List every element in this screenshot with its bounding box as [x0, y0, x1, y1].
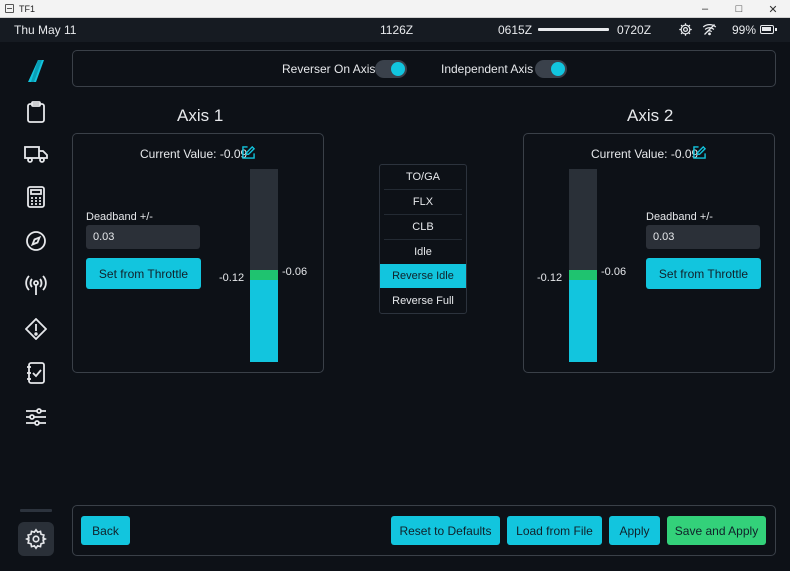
- axis2-title: Axis 2: [627, 106, 674, 125]
- detent-toga[interactable]: TO/GA: [380, 165, 466, 189]
- detent-clb[interactable]: CLB: [380, 215, 466, 239]
- edit-icon[interactable]: [242, 146, 255, 159]
- close-icon[interactable]: ✕: [756, 0, 790, 18]
- maximize-icon[interactable]: □: [722, 0, 756, 18]
- detent-flx[interactable]: FLX: [380, 190, 466, 214]
- independent-axis-label: Independent Axis: [441, 62, 534, 76]
- sidebar-item-settings[interactable]: [18, 522, 54, 556]
- axis1-panel: [72, 133, 324, 373]
- axis1-current-value: Current Value: -0.09: [140, 147, 248, 161]
- reverser-on-axis-label: Reverser On Axis: [282, 62, 376, 76]
- reverser-on-axis-toggle[interactable]: [375, 60, 407, 78]
- axis1-title: Axis 1: [177, 106, 224, 125]
- sliders-icon[interactable]: [24, 405, 48, 429]
- independent-axis-toggle[interactable]: [535, 60, 567, 78]
- apply-button[interactable]: Apply: [609, 516, 660, 545]
- axis2-deadband-label: Deadband +/-: [646, 211, 713, 223]
- axis1-deadband-band: [250, 270, 278, 280]
- arrival-time: 0720Z: [617, 23, 652, 37]
- logo-icon: [28, 60, 44, 82]
- flight-progress-bar: [538, 28, 609, 31]
- gear-icon[interactable]: [678, 22, 693, 37]
- warning-icon[interactable]: [24, 317, 48, 341]
- calculator-icon[interactable]: [24, 185, 48, 209]
- axis2-upper-label: -0.06: [601, 266, 627, 278]
- edit-icon[interactable]: [693, 146, 706, 159]
- axis2-current-value: Current Value: -0.09: [591, 147, 699, 161]
- back-button[interactable]: Back: [81, 516, 130, 545]
- axis2-deadband-band: [569, 270, 597, 280]
- departure-time: 0615Z: [498, 23, 533, 37]
- utc-time: 1126Z: [380, 23, 414, 37]
- axis2-set-from-throttle-button[interactable]: Set from Throttle: [646, 258, 761, 289]
- clipboard-icon[interactable]: [24, 100, 48, 124]
- window-controls: – □ ✕: [688, 0, 790, 18]
- sidebar: [0, 42, 70, 571]
- axis1-gauge-fill: [250, 277, 278, 362]
- window-title: TF1: [19, 3, 36, 14]
- axis1-upper-label: -0.06: [282, 266, 308, 278]
- axis2-gauge-fill: [569, 277, 597, 362]
- detent-list: TO/GA FLX CLB Idle Reverse Idle Reverse …: [379, 164, 467, 314]
- detent-reverse-full[interactable]: Reverse Full: [380, 289, 466, 313]
- checklist-icon[interactable]: [24, 361, 48, 385]
- truck-icon[interactable]: [24, 142, 48, 166]
- gear-icon: [25, 528, 47, 550]
- axis2-panel: [523, 133, 775, 373]
- antenna-icon[interactable]: [24, 273, 48, 297]
- save-and-apply-button[interactable]: Save and Apply: [667, 516, 766, 545]
- reset-to-defaults-button[interactable]: Reset to Defaults: [391, 516, 500, 545]
- date-text: Thu May 11: [14, 23, 77, 37]
- window-titlebar: TF1 – □ ✕: [0, 0, 790, 18]
- axis1-deadband-input[interactable]: 0.03: [86, 225, 200, 249]
- battery-percent: 99%: [732, 23, 757, 37]
- sidebar-divider: [20, 509, 52, 512]
- wifi-icon: [702, 23, 717, 36]
- detent-idle[interactable]: Idle: [380, 240, 466, 264]
- status-bar: Thu May 11 1126Z 0615Z 0720Z 99%: [0, 18, 790, 42]
- axis2-deadband-input[interactable]: 0.03: [646, 225, 760, 249]
- detent-reverse-idle[interactable]: Reverse Idle: [380, 264, 466, 288]
- axis2-lower-label: -0.12: [537, 272, 563, 284]
- axis1-lower-label: -0.12: [219, 272, 245, 284]
- axis1-gauge: [250, 169, 278, 362]
- axis-toggle-panel: Reverser On Axis Independent Axis: [72, 50, 776, 87]
- minimize-icon[interactable]: –: [688, 0, 722, 18]
- axis1-deadband-label: Deadband +/-: [86, 211, 153, 223]
- load-from-file-button[interactable]: Load from File: [507, 516, 602, 545]
- axis2-gauge: [569, 169, 597, 362]
- compass-icon[interactable]: [24, 229, 48, 253]
- axis1-set-from-throttle-button[interactable]: Set from Throttle: [86, 258, 201, 289]
- battery-icon: [760, 25, 777, 34]
- app-icon: [5, 4, 14, 13]
